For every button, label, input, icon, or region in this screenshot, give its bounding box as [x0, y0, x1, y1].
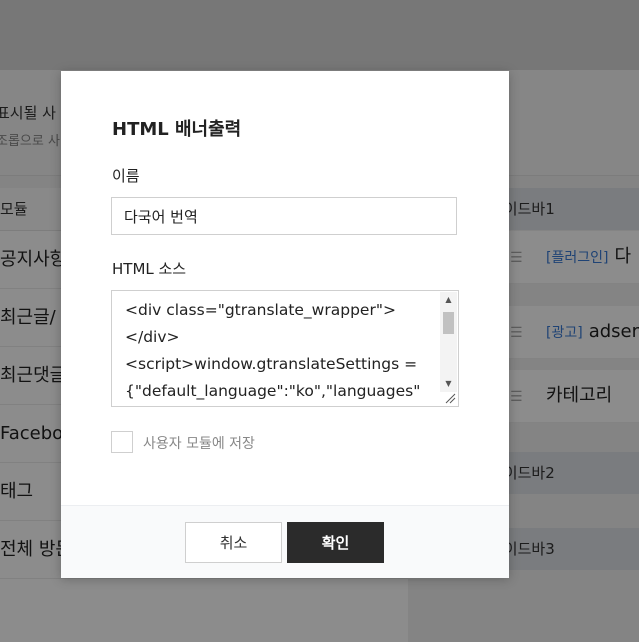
- html-source-textarea[interactable]: <div class="gtranslate_wrapper"> </div> …: [111, 290, 459, 407]
- scroll-down-arrow-icon[interactable]: ▼: [440, 376, 457, 392]
- scroll-up-arrow-icon[interactable]: ▲: [440, 292, 457, 308]
- name-input[interactable]: [111, 197, 457, 235]
- cancel-button[interactable]: 취소: [185, 522, 282, 563]
- scrollbar-thumb[interactable]: [443, 312, 454, 334]
- save-to-module-label[interactable]: 사용자 모듈에 저장: [143, 433, 255, 453]
- html-banner-dialog: HTML 배너출력 이름 HTML 소스 <div class="gtransl…: [61, 71, 509, 578]
- resize-handle-icon[interactable]: [445, 393, 456, 404]
- confirm-button[interactable]: 확인: [287, 522, 384, 563]
- html-source-label: HTML 소스: [112, 260, 187, 278]
- textarea-scrollbar[interactable]: ▲ ▼: [440, 292, 457, 392]
- save-to-module-checkbox[interactable]: [111, 431, 133, 453]
- dialog-title: HTML 배너출력: [112, 119, 242, 140]
- dialog-footer: 취소 확인: [61, 505, 509, 578]
- name-label: 이름: [112, 167, 140, 185]
- html-source-content: <div class="gtranslate_wrapper"> </div> …: [125, 301, 421, 400]
